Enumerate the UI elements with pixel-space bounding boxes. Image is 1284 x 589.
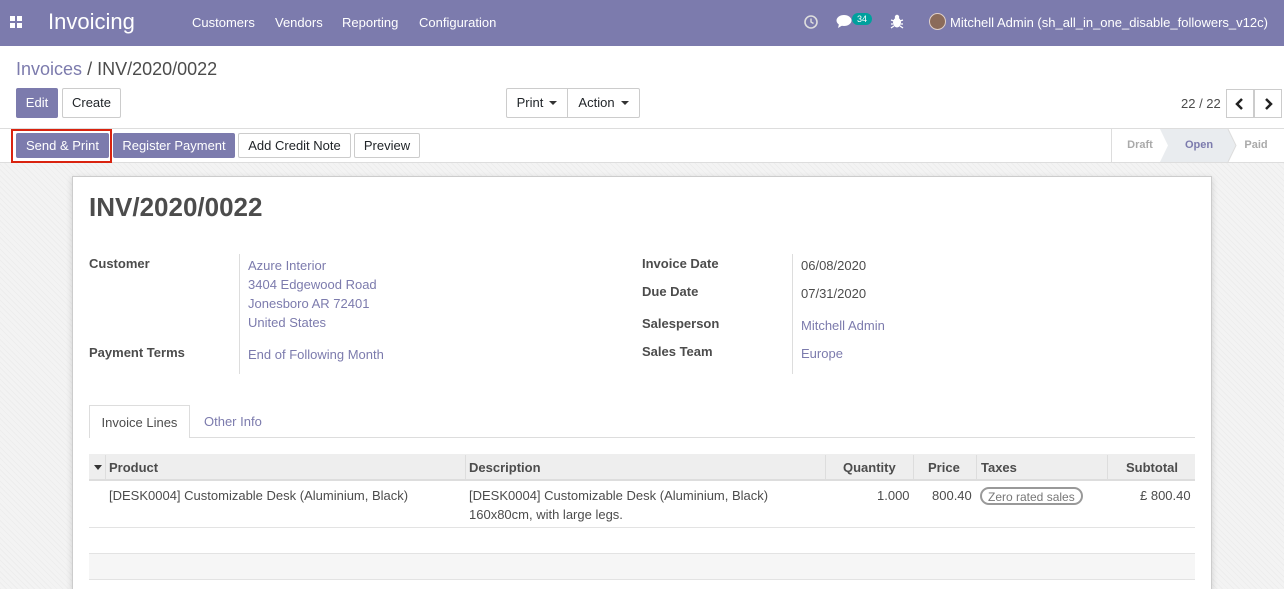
pager-next-button[interactable] bbox=[1254, 89, 1282, 118]
caret-down-icon bbox=[620, 100, 629, 105]
print-dropdown[interactable]: Print bbox=[506, 88, 568, 118]
row-divider bbox=[89, 579, 1195, 580]
message-count-badge: 34 bbox=[852, 13, 873, 25]
preview-button[interactable]: Preview bbox=[354, 133, 420, 158]
caret-down-icon bbox=[549, 100, 558, 105]
breadcrumb-separator: / bbox=[87, 59, 93, 79]
user-menu[interactable]: Mitchell Admin (sh_all_in_one_disable_fo… bbox=[950, 15, 1268, 30]
row-quantity[interactable]: 1.000 bbox=[877, 488, 910, 503]
row-divider bbox=[89, 527, 1195, 528]
customer-name[interactable]: Azure Interior bbox=[248, 258, 326, 273]
tab-divider bbox=[89, 437, 1195, 438]
tax-tag[interactable]: Zero rated sales bbox=[980, 487, 1083, 505]
column-divider bbox=[976, 455, 977, 480]
caret-down-icon[interactable] bbox=[94, 465, 102, 470]
row-price[interactable]: 800.40 bbox=[932, 488, 972, 503]
payment-terms-label: Payment Terms bbox=[89, 345, 185, 360]
due-date-label: Due Date bbox=[642, 284, 699, 299]
payment-terms-value[interactable]: End of Following Month bbox=[248, 347, 384, 362]
invoice-date-value: 06/08/2020 bbox=[801, 258, 867, 273]
column-divider bbox=[1107, 455, 1108, 480]
stage-open: Open bbox=[1184, 139, 1214, 151]
column-taxes[interactable]: Taxes bbox=[981, 460, 1017, 475]
app-title: Invoicing bbox=[48, 9, 135, 34]
customer-label: Customer bbox=[89, 256, 150, 271]
row-description-line1[interactable]: [DESK0004] Customizable Desk (Aluminium,… bbox=[469, 488, 768, 503]
breadcrumb: Invoices / INV/2020/0022 bbox=[16, 59, 217, 80]
invoice-date-label: Invoice Date bbox=[642, 256, 719, 271]
avatar[interactable] bbox=[929, 13, 946, 30]
register-payment-button[interactable]: Register Payment bbox=[113, 133, 235, 158]
row-divider bbox=[89, 553, 1195, 554]
salesperson-label: Salesperson bbox=[642, 316, 720, 331]
stage-paid: Paid bbox=[1244, 139, 1268, 151]
column-divider bbox=[825, 455, 826, 480]
edit-button[interactable]: Edit bbox=[16, 88, 58, 118]
clock-icon[interactable] bbox=[804, 15, 818, 29]
pager-value: 22 / 22 bbox=[1181, 96, 1221, 111]
print-label: Print bbox=[516, 95, 544, 110]
action-label: Action bbox=[578, 95, 615, 110]
bug-icon[interactable] bbox=[890, 14, 904, 29]
row-product[interactable]: [DESK0004] Customizable Desk (Aluminium,… bbox=[109, 488, 408, 503]
customer-address-city[interactable]: Jonesboro AR 72401 bbox=[248, 296, 369, 311]
empty-row bbox=[89, 553, 1195, 579]
column-description[interactable]: Description bbox=[469, 460, 541, 475]
apps-icon[interactable] bbox=[10, 16, 22, 28]
breadcrumb-current: INV/2020/0022 bbox=[97, 59, 218, 79]
field-divider bbox=[239, 254, 240, 374]
top-navbar: Invoicing Customers Vendors Reporting Co… bbox=[0, 0, 1284, 46]
column-divider bbox=[465, 455, 466, 480]
column-divider bbox=[105, 455, 106, 480]
menu-customers[interactable]: Customers bbox=[192, 15, 255, 30]
action-dropdown[interactable]: Action bbox=[567, 88, 640, 118]
sales-team-value[interactable]: Europe bbox=[801, 346, 843, 361]
add-credit-note-button[interactable]: Add Credit Note bbox=[238, 133, 351, 158]
due-date-value: 07/31/2020 bbox=[801, 286, 867, 301]
customer-address-country[interactable]: United States bbox=[248, 315, 326, 330]
column-subtotal[interactable]: Subtotal bbox=[1126, 460, 1178, 475]
sales-team-label: Sales Team bbox=[642, 344, 713, 359]
chevron-right-icon bbox=[1265, 98, 1273, 110]
table-header bbox=[89, 454, 1195, 481]
breadcrumb-invoices[interactable]: Invoices bbox=[16, 59, 82, 79]
tab-other-info[interactable]: Other Info bbox=[204, 414, 262, 429]
chevron-left-icon bbox=[1235, 98, 1243, 110]
row-description-line2[interactable]: 160x80cm, with large legs. bbox=[469, 507, 623, 522]
column-price[interactable]: Price bbox=[928, 460, 960, 475]
create-button[interactable]: Create bbox=[62, 88, 121, 118]
invoice-number: INV/2020/0022 bbox=[89, 192, 263, 222]
column-divider bbox=[913, 455, 914, 480]
row-subtotal: £ 800.40 bbox=[1140, 488, 1191, 503]
chat-icon[interactable] bbox=[836, 14, 853, 29]
column-product[interactable]: Product bbox=[109, 460, 158, 475]
highlight-box bbox=[11, 129, 112, 163]
menu-configuration[interactable]: Configuration bbox=[419, 15, 496, 30]
customer-address-street[interactable]: 3404 Edgewood Road bbox=[248, 277, 377, 292]
menu-vendors[interactable]: Vendors bbox=[275, 15, 323, 30]
menu-reporting[interactable]: Reporting bbox=[342, 15, 398, 30]
field-divider bbox=[792, 254, 793, 374]
tab-invoice-lines[interactable]: Invoice Lines bbox=[89, 405, 190, 438]
column-quantity[interactable]: Quantity bbox=[843, 460, 896, 475]
pager-previous-button[interactable] bbox=[1226, 89, 1254, 118]
salesperson-value[interactable]: Mitchell Admin bbox=[801, 318, 885, 333]
